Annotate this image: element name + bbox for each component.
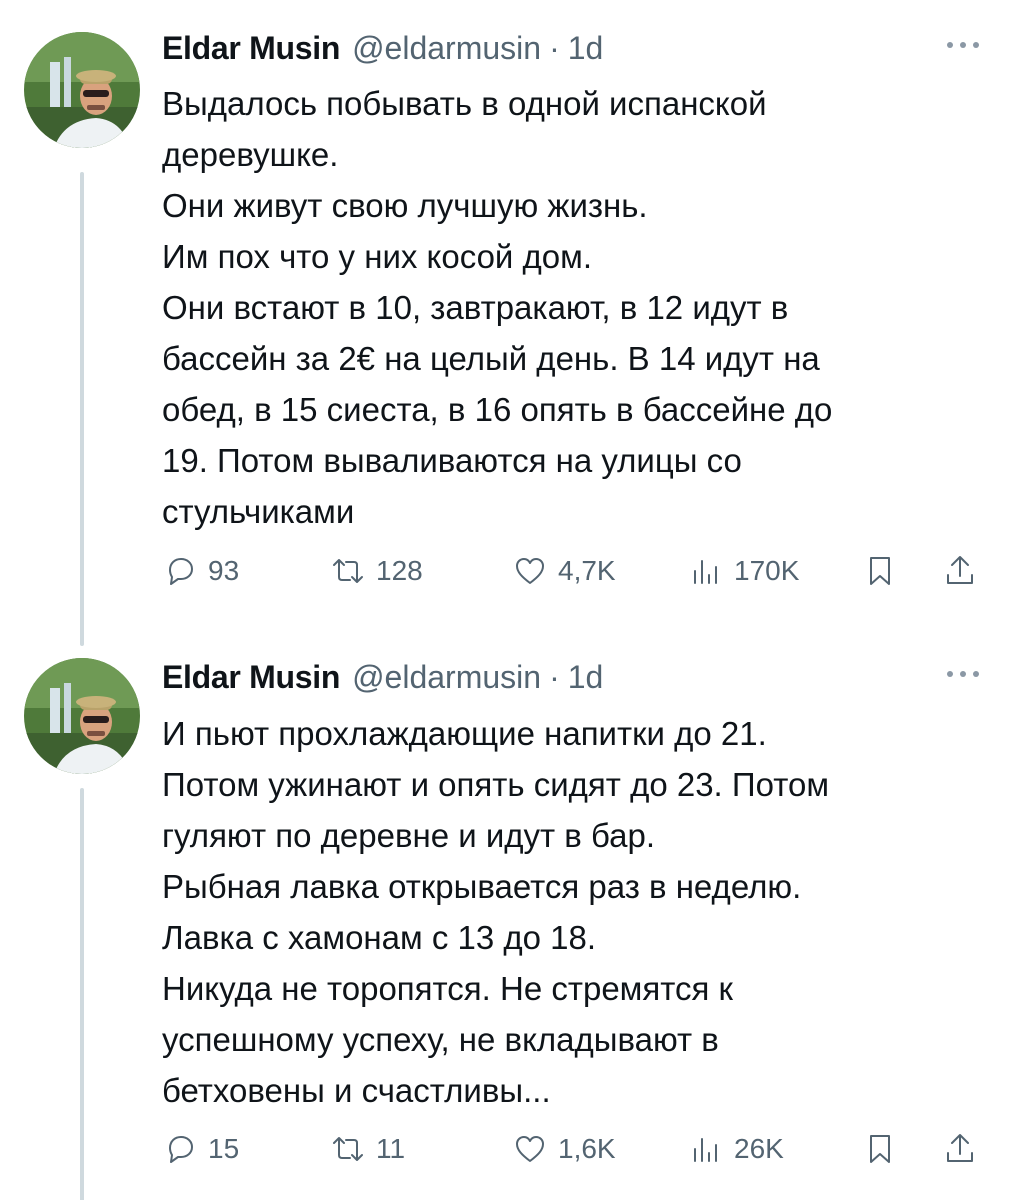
thread: Eldar Musin @eldarmusin · 1d Выдалось по… xyxy=(0,0,1013,1200)
author-name[interactable]: Eldar Musin xyxy=(162,659,340,696)
tweet-line: Лавка с хамонам с 13 до 18. xyxy=(162,919,597,956)
reply-button[interactable]: 15 xyxy=(162,1124,239,1174)
tweet-line: И пьют прохлаждающие напитки до 21. xyxy=(162,715,767,752)
separator-dot: · xyxy=(549,658,560,695)
like-count: 1,6K xyxy=(558,1133,616,1164)
tweet-line: деревушке. xyxy=(162,136,339,173)
avatar[interactable] xyxy=(24,32,140,148)
tweet-text: Выдалось побывать в одной испанской дере… xyxy=(162,78,982,537)
reply-icon xyxy=(169,558,193,585)
heart-icon xyxy=(516,1136,544,1162)
share-button[interactable] xyxy=(942,546,978,596)
bookmark-button[interactable] xyxy=(862,1124,898,1174)
views-count: 170K xyxy=(734,555,800,586)
tweet-text: И пьют прохлаждающие напитки до 21. Пото… xyxy=(162,708,982,1116)
tweet-line: обед, в 15 сиеста, в 16 опять в бассейне… xyxy=(162,391,833,428)
bookmark-icon xyxy=(870,1135,890,1163)
views-icon xyxy=(694,1138,717,1162)
tweet-header: Eldar Musin @eldarmusin · 1d xyxy=(162,26,983,70)
more-icon[interactable] xyxy=(943,30,983,60)
tweet-line: гуляют по деревне и идут в бар. xyxy=(162,817,656,854)
tweet-line: бетховены и счастливы... xyxy=(162,1072,551,1109)
share-icon xyxy=(947,556,973,584)
reply-count: 93 xyxy=(208,555,240,586)
retweet-button[interactable]: 128 xyxy=(330,546,423,596)
views-button[interactable]: 26K xyxy=(688,1124,784,1174)
author-handle[interactable]: @eldarmusin xyxy=(352,659,541,696)
tweet-line: Они встают в 10, завтракают, в 12 идут в xyxy=(162,289,789,326)
tweet-line: стульчиками xyxy=(162,493,355,530)
action-bar: 93 128 4,7K 170K xyxy=(162,546,992,596)
bookmark-icon xyxy=(870,557,890,585)
thread-connector xyxy=(80,172,84,646)
retweet-count: 11 xyxy=(376,1133,406,1164)
tweet-line: Никуда не торопятся. Не стремятся к xyxy=(162,970,733,1007)
separator-dot: · xyxy=(549,29,560,66)
avatar[interactable] xyxy=(24,658,140,774)
share-button[interactable] xyxy=(942,1124,978,1174)
views-button[interactable]: 170K xyxy=(688,546,799,596)
retweet-icon xyxy=(333,559,363,583)
tweet-line: бассейн за 2€ на целый день. В 14 идут н… xyxy=(162,340,820,377)
like-button[interactable]: 1,6K xyxy=(512,1124,616,1174)
retweet-icon xyxy=(333,1137,363,1161)
tweet-line: Им пох что у них косой дом. xyxy=(162,238,592,275)
tweet-line: Они живут свою лучшую жизнь. xyxy=(162,187,648,224)
reply-icon xyxy=(169,1136,193,1163)
action-bar: 15 11 1,6K 26K xyxy=(162,1124,992,1174)
like-button[interactable]: 4,7K xyxy=(512,546,616,596)
tweet-line: Рыбная лавка открывается раз в неделю. xyxy=(162,868,802,905)
views-icon xyxy=(694,560,717,584)
reply-count: 15 xyxy=(208,1133,240,1164)
tweet[interactable]: Eldar Musin @eldarmusin · 1d Выдалось по… xyxy=(0,0,1013,646)
tweet-line: успешному успеху, не вкладывают в xyxy=(162,1021,719,1058)
tweet-line: 19. Потом вываливаются на улицы со xyxy=(162,442,742,479)
reply-button[interactable]: 93 xyxy=(162,546,239,596)
retweet-count: 128 xyxy=(376,555,423,586)
thread-connector xyxy=(80,788,84,1200)
tweet[interactable]: Eldar Musin @eldarmusin · 1d И пьют прох… xyxy=(0,640,1013,1200)
author-handle[interactable]: @eldarmusin xyxy=(352,30,541,67)
tweet-line: Потом ужинают и опять сидят до 23. Потом xyxy=(162,766,830,803)
tweet-header: Eldar Musin @eldarmusin · 1d xyxy=(162,655,983,699)
timestamp[interactable]: 1d xyxy=(568,30,604,67)
author-name[interactable]: Eldar Musin xyxy=(162,30,340,67)
like-count: 4,7K xyxy=(558,555,616,586)
more-icon[interactable] xyxy=(943,659,983,689)
retweet-button[interactable]: 11 xyxy=(330,1124,405,1174)
share-icon xyxy=(947,1134,973,1162)
timestamp[interactable]: 1d xyxy=(568,659,604,696)
heart-icon xyxy=(516,558,544,584)
bookmark-button[interactable] xyxy=(862,546,898,596)
views-count: 26K xyxy=(734,1133,784,1164)
tweet-line: Выдалось побывать в одной испанской xyxy=(162,85,767,122)
